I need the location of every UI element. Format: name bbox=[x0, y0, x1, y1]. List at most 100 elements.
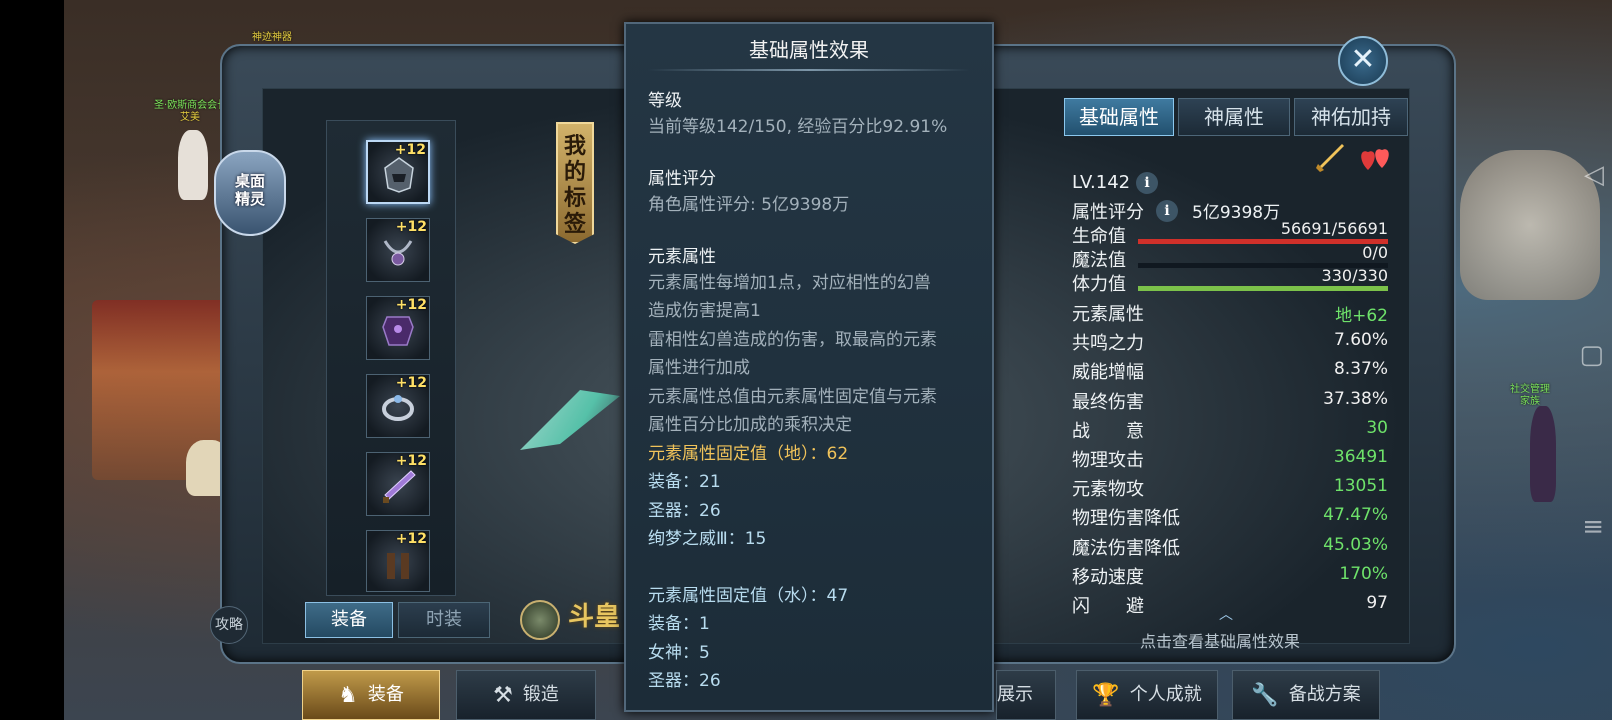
necklace-icon bbox=[383, 240, 413, 266]
tab-equipment[interactable]: 装备 bbox=[305, 602, 393, 638]
mp-value: 0/0 bbox=[1362, 243, 1388, 262]
stat-value: 37.38% bbox=[1323, 389, 1388, 409]
chevron-up-icon[interactable]: ︿ bbox=[1214, 604, 1238, 623]
level-info-icon[interactable]: i bbox=[1136, 172, 1158, 194]
bottom-forge-label: 锻造 bbox=[522, 684, 559, 705]
element-desc: 元素属性总值由元素属性固定值与元素 bbox=[648, 387, 937, 407]
tooltip-title: 基础属性效果 bbox=[749, 38, 869, 62]
bottom-achievements-label: 个人成就 bbox=[1129, 684, 1202, 705]
earth-holy-value: 圣器：26 bbox=[648, 501, 721, 521]
bottom-achievements-button[interactable]: 🏆 个人成就 bbox=[1076, 670, 1218, 720]
creature-statue bbox=[1460, 150, 1600, 300]
nav-menu-icon[interactable]: ≡ bbox=[1582, 512, 1604, 542]
element-desc: 属性百分比加成的乘积决定 bbox=[648, 415, 852, 435]
nav-home-icon[interactable]: ▢ bbox=[1579, 340, 1604, 370]
close-icon: ✕ bbox=[1350, 42, 1376, 77]
bottom-display-label: 展示 bbox=[997, 684, 1033, 705]
stamina-bar bbox=[1138, 286, 1388, 291]
sword-class-icon[interactable] bbox=[1314, 142, 1346, 174]
earth-dream-value: 绚梦之威Ⅲ：15 bbox=[648, 529, 767, 549]
npc-left-sub: 艾美 bbox=[180, 112, 200, 123]
slot-level: +12 bbox=[395, 375, 427, 391]
equip-slot-ring[interactable]: +12 bbox=[366, 374, 430, 438]
wrench-icon: 🔧 bbox=[1251, 683, 1279, 708]
stat-label: 闪 避 bbox=[1072, 596, 1144, 617]
stamina-value: 330/330 bbox=[1321, 266, 1388, 285]
stamina-label: 体力值 bbox=[1072, 274, 1126, 295]
stat-label: 魔法伤害降低 bbox=[1072, 538, 1180, 559]
stat-label: 元素物攻 bbox=[1072, 479, 1144, 500]
stat-label: 物理攻击 bbox=[1072, 450, 1144, 471]
stat-value: 8.37% bbox=[1333, 359, 1388, 379]
slot-level: +12 bbox=[395, 453, 427, 469]
stat-value: 13051 bbox=[1333, 476, 1388, 496]
element-desc: 雷相性幻兽造成的伤害，取最高的元素 bbox=[648, 330, 937, 350]
equip-slot-weapon[interactable]: +12 bbox=[366, 452, 430, 516]
sword-icon bbox=[383, 470, 416, 503]
helmet-icon bbox=[384, 157, 414, 193]
ring-icon bbox=[382, 395, 414, 421]
element-heading: 元素属性 bbox=[648, 247, 716, 267]
trophy-icon: 🏆 bbox=[1092, 683, 1120, 708]
tab-basic-attributes[interactable]: 基础属性 bbox=[1064, 98, 1174, 136]
left-letterbox bbox=[0, 0, 64, 720]
elf-label-line1: 桌面 bbox=[234, 172, 265, 190]
hearts-icon[interactable] bbox=[1358, 142, 1394, 174]
element-desc: 属性进行加成 bbox=[648, 358, 750, 378]
tab-fashion[interactable]: 时装 bbox=[398, 602, 490, 638]
stat-value: 45.03% bbox=[1323, 535, 1388, 555]
equip-slot-armor[interactable]: +12 bbox=[366, 296, 430, 360]
stat-label: 战 意 bbox=[1072, 421, 1144, 442]
water-goddess-value: 女神：5 bbox=[648, 643, 710, 663]
npc-figure[interactable] bbox=[1530, 406, 1556, 502]
bottom-display-button[interactable]: 展示 bbox=[996, 670, 1056, 720]
stat-label: 共鸣之力 bbox=[1072, 333, 1144, 354]
armor-icon bbox=[382, 316, 414, 346]
hp-label: 生命值 bbox=[1072, 226, 1126, 247]
stat-label: 元素属性 bbox=[1072, 304, 1144, 325]
stat-label: 威能增幅 bbox=[1072, 362, 1144, 383]
stat-label: 最终伤害 bbox=[1072, 392, 1144, 413]
earth-fixed-value: 元素属性固定值（地）：62 bbox=[648, 444, 849, 464]
stamina-bar-fill bbox=[1138, 286, 1388, 291]
bottom-equip-label: 装备 bbox=[367, 684, 404, 705]
water-equip-value: 装备：1 bbox=[648, 614, 710, 634]
my-tags-banner[interactable]: 我的标签 bbox=[556, 122, 594, 244]
bottom-battle-plan-button[interactable]: 🔧 备战方案 bbox=[1232, 670, 1380, 720]
equip-slot-necklace[interactable]: +12 bbox=[366, 218, 430, 282]
emblem-icon bbox=[520, 600, 560, 640]
close-button[interactable]: ✕ bbox=[1338, 36, 1388, 86]
tooltip-divider bbox=[648, 69, 970, 71]
tab-blessing[interactable]: 神佑加持 bbox=[1294, 98, 1408, 136]
anvil-icon: ⚒ bbox=[493, 683, 513, 708]
stat-label: 移动速度 bbox=[1072, 567, 1144, 588]
slot-level: +12 bbox=[395, 531, 427, 547]
slot-level: +12 bbox=[395, 297, 427, 313]
water-fixed-value: 元素属性固定值（水）：47 bbox=[648, 586, 849, 606]
desktop-elf-button[interactable]: 桌面 精灵 bbox=[214, 150, 286, 236]
guide-button[interactable]: 攻略 bbox=[210, 606, 248, 644]
stat-value: 30 bbox=[1366, 418, 1388, 438]
view-basic-effect-hint[interactable]: 点击查看基础属性效果 bbox=[1140, 628, 1300, 652]
bottom-equip-button[interactable]: ♞ 装备 bbox=[302, 670, 440, 720]
bottom-forge-button[interactable]: ⚒ 锻造 bbox=[456, 670, 596, 720]
element-desc: 元素属性每增加1点，对应相性的幻兽 bbox=[648, 273, 931, 293]
score-info-icon[interactable]: i bbox=[1156, 200, 1178, 222]
score-value: 5亿9398万 bbox=[1192, 203, 1281, 223]
stat-value: 97 bbox=[1366, 593, 1388, 613]
nav-back-icon[interactable]: ◁ bbox=[1584, 160, 1604, 190]
hp-bar-fill bbox=[1138, 239, 1388, 244]
element-desc: 造成伤害提高1 bbox=[648, 301, 761, 321]
score-heading: 属性评分 bbox=[648, 169, 716, 189]
npc-top-label: 神迹神器 bbox=[252, 32, 292, 43]
slot-level: +12 bbox=[394, 142, 426, 158]
tab-divine-attributes[interactable]: 神属性 bbox=[1178, 98, 1290, 136]
npc-figure[interactable] bbox=[178, 130, 208, 200]
level-detail: 当前等级142/150, 经验百分比92.91% bbox=[648, 117, 948, 137]
stat-value: 47.47% bbox=[1323, 505, 1388, 525]
equip-slot-boots[interactable]: +12 bbox=[366, 530, 430, 592]
score-detail: 角色属性评分: 5亿9398万 bbox=[648, 195, 850, 215]
score-label: 属性评分 bbox=[1072, 202, 1144, 223]
equip-slot-helmet[interactable]: +12 bbox=[366, 140, 430, 204]
earth-equip-value: 装备：21 bbox=[648, 472, 721, 492]
